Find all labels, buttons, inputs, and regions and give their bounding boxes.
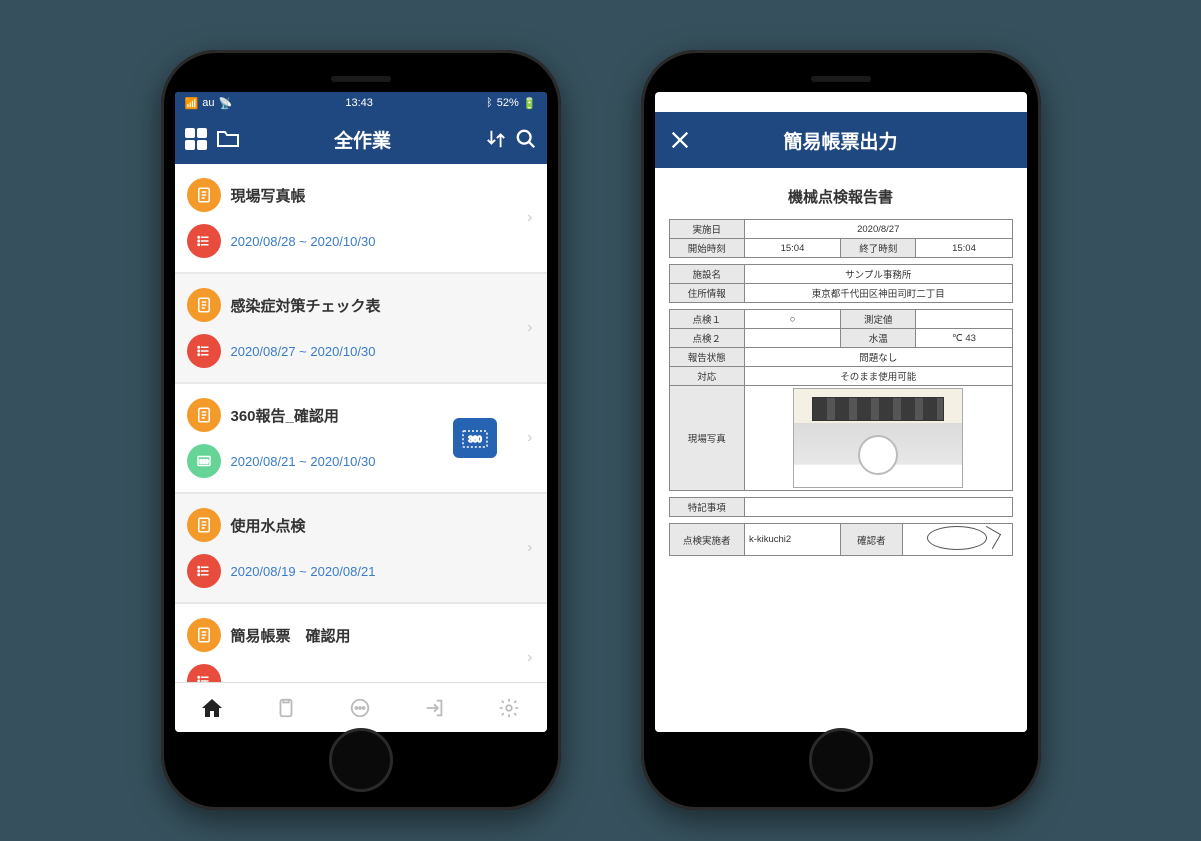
task-date: 2020/08/19 ~ 2020/08/21 — [231, 564, 376, 579]
report-table-sign: 点検実施者 k-kikuchi2 確認者 — [669, 523, 1013, 556]
screen-report: 簡易帳票出力 機械点検報告書 実施日2020/8/27 開始時刻15:04終了時… — [655, 92, 1027, 732]
signature-mark — [927, 526, 987, 550]
list-icon: 360 — [187, 444, 221, 478]
tab-chat-icon[interactable] — [348, 696, 372, 720]
search-icon[interactable] — [515, 128, 537, 150]
sort-icon[interactable] — [485, 128, 507, 150]
nav-bar: 全作業 — [175, 114, 547, 164]
phone-left: 📶 au 📡 13:43 ᛒ 52% 🔋 全作業 現場写真帳 2020/08/28… — [161, 50, 561, 810]
task-date: 2020/08/27 ~ 2020/10/30 — [231, 344, 376, 359]
report-body: 機械点検報告書 実施日2020/8/27 開始時刻15:04終了時刻15:04 … — [655, 168, 1027, 732]
tab-login-icon[interactable] — [423, 696, 447, 720]
wifi-icon: 📡 — [218, 97, 232, 110]
chevron-right-icon: › — [527, 539, 532, 557]
clock-label: 13:43 — [345, 97, 373, 109]
doc-icon — [187, 398, 221, 432]
tab-home-icon[interactable] — [200, 696, 224, 720]
task-row[interactable]: 簡易帳票 確認用 › — [175, 604, 547, 682]
report-title: 機械点検報告書 — [669, 186, 1013, 207]
report-table-notes: 特記事項 — [669, 497, 1013, 517]
task-row[interactable]: 使用水点検 2020/08/19 ~ 2020/08/21 › — [175, 494, 547, 604]
grid-view-icon[interactable] — [185, 128, 207, 150]
bluetooth-icon: ᛒ — [486, 97, 493, 109]
report-table-facility: 施設名サンプル事務所 住所情報東京都千代田区神田司町二丁目 — [669, 264, 1013, 303]
task-date: 2020/08/21 ~ 2020/10/30 — [231, 454, 376, 469]
doc-icon — [187, 178, 221, 212]
carrier-label: au — [202, 97, 214, 109]
chevron-right-icon: › — [527, 429, 532, 447]
site-photo — [793, 388, 963, 488]
report-table-checks: 点検１○測定値 点検２水温℃ 43 報告状態問題なし 対応そのまま使用可能 現場… — [669, 309, 1013, 491]
tab-bar — [175, 682, 547, 732]
list-icon — [187, 664, 221, 682]
report-table-dates: 実施日2020/8/27 開始時刻15:04終了時刻15:04 — [669, 219, 1013, 258]
task-title: 感染症対策チェック表 — [231, 295, 381, 316]
chevron-right-icon: › — [527, 319, 532, 337]
doc-icon — [187, 288, 221, 322]
battery-label: 52% — [497, 97, 519, 109]
task-title: 現場写真帳 — [231, 185, 306, 206]
doc-icon — [187, 508, 221, 542]
task-date: 2020/08/28 ~ 2020/10/30 — [231, 234, 376, 249]
doc-icon — [187, 618, 221, 652]
task-title: 360報告_確認用 — [231, 405, 339, 426]
folder-icon[interactable] — [215, 130, 241, 148]
svg-text:360: 360 — [468, 435, 482, 444]
task-row[interactable]: 現場写真帳 2020/08/28 ~ 2020/10/30 › — [175, 164, 547, 274]
task-title: 簡易帳票 確認用 — [231, 625, 351, 646]
badge-360: 360 — [453, 418, 497, 458]
nav-title: 全作業 — [249, 126, 477, 153]
chevron-right-icon: › — [527, 209, 532, 227]
task-list: 現場写真帳 2020/08/28 ~ 2020/10/30 › 感染症対策チェック表 2… — [175, 164, 547, 682]
task-row[interactable]: 感染症対策チェック表 2020/08/27 ~ 2020/10/30 › — [175, 274, 547, 384]
status-bar: 📶 au 📡 13:43 ᛒ 52% 🔋 — [175, 92, 547, 114]
list-icon — [187, 334, 221, 368]
report-nav-title: 簡易帳票出力 — [691, 127, 991, 154]
task-title: 使用水点検 — [231, 515, 306, 536]
close-icon[interactable] — [669, 129, 691, 151]
signal-icon: 📶 — [185, 97, 199, 110]
list-icon — [187, 224, 221, 258]
battery-icon: 🔋 — [523, 97, 537, 110]
phone-right: 簡易帳票出力 機械点検報告書 実施日2020/8/27 開始時刻15:04終了時… — [641, 50, 1041, 810]
report-nav-bar: 簡易帳票出力 — [655, 112, 1027, 168]
svg-text:360: 360 — [199, 459, 208, 465]
chevron-right-icon: › — [527, 649, 532, 667]
screen-task-list: 📶 au 📡 13:43 ᛒ 52% 🔋 全作業 現場写真帳 2020/08/28… — [175, 92, 547, 732]
list-icon — [187, 554, 221, 588]
tab-clipboard-icon[interactable] — [274, 696, 298, 720]
tab-gear-icon[interactable] — [497, 696, 521, 720]
task-row[interactable]: 360報告_確認用 360 2020/08/21 ~ 2020/10/30 › 360 — [175, 384, 547, 494]
